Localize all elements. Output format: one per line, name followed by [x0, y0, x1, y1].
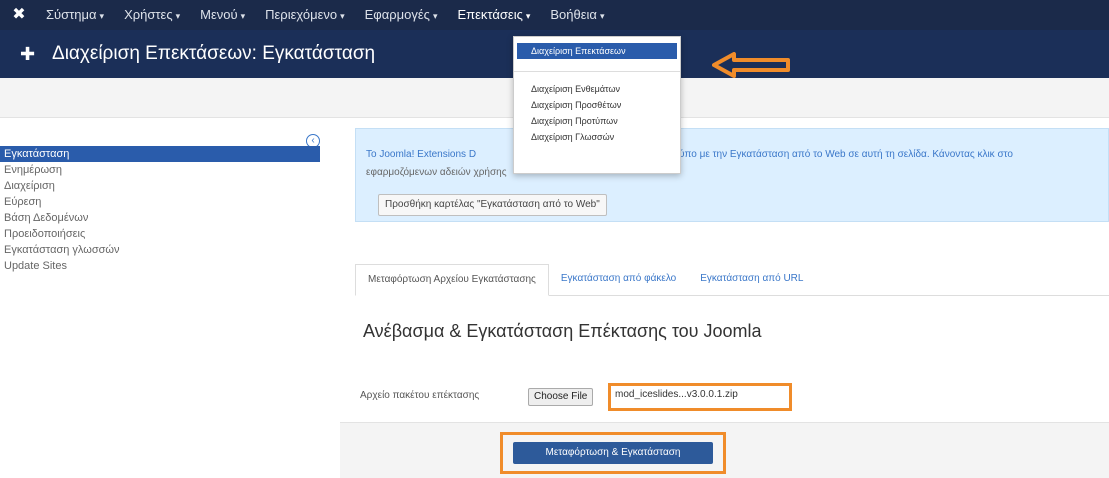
menu-menus[interactable]: Μενού ▾ [190, 0, 255, 30]
sidebar-item-warnings[interactable]: Προειδοποιήσεις [0, 226, 320, 242]
tab-install-from-url[interactable]: Εγκατάσταση από URL [688, 264, 815, 295]
menu-label: Επεκτάσεις [457, 7, 523, 22]
sidebar-list: Εγκατάσταση Ενημέρωση Διαχείριση Εύρεση … [0, 146, 320, 274]
sidebar-item-update-sites[interactable]: Update Sites [0, 258, 320, 274]
puzzle-icon: ✚ [20, 44, 36, 64]
dropdown-item-manage-plugins[interactable]: Διαχείριση Προσθέτων [514, 97, 680, 113]
menu-label: Μενού [200, 7, 238, 22]
sidebar-item-manage[interactable]: Διαχείριση [0, 178, 320, 194]
sidebar-item-install[interactable]: Εγκατάσταση [0, 146, 320, 162]
add-web-install-tab-button[interactable]: Προσθήκη καρτέλας "Εγκατάσταση από το We… [378, 194, 607, 216]
joomla-logo-icon[interactable]: ✖ [8, 4, 30, 26]
info-text-start: Το Joomla! Extensions D [366, 149, 477, 160]
main-menu: Σύστημα ▾ Χρήστες ▾ Μενού ▾ Περιεχόμενο ▾ Εφ… [36, 0, 614, 30]
menu-help[interactable]: Βοήθεια ▾ [540, 0, 614, 30]
menu-label: Εφαρμογές [364, 7, 430, 22]
caret-down-icon: ▾ [99, 11, 105, 21]
upload-install-button[interactable]: Μεταφόρτωση & Εγκατάσταση [513, 442, 713, 464]
section-heading: Ανέβασμα & Εγκατάσταση Επέκτασης του Joo… [363, 321, 762, 341]
file-field-label: Αρχείο πακέτου επέκτασης [360, 390, 480, 401]
caret-down-icon: ▾ [175, 11, 181, 21]
menu-extensions[interactable]: Επεκτάσεις ▾ [447, 0, 540, 30]
caret-down-icon: ▾ [240, 11, 246, 21]
sidebar-item-database[interactable]: Βάση Δεδομένων [0, 210, 320, 226]
dropdown-divider [514, 71, 680, 72]
menu-components[interactable]: Εφαρμογές ▾ [355, 0, 448, 30]
dropdown-item-manage-extensions[interactable]: Διαχείριση Επεκτάσεων [517, 43, 677, 59]
sidebar-item-update[interactable]: Ενημέρωση [0, 162, 320, 178]
info-text-line2: εφαρμοζόμενων αδειών χρήσης [366, 167, 507, 178]
main-content: Το Joomla! Extensions D ύπο με την Εγκατ… [340, 118, 1109, 478]
upload-button-highlight: Μεταφόρτωση & Εγκατάσταση [500, 432, 726, 474]
dropdown-item-manage-modules[interactable]: Διαχείριση Ενθεμάτων [514, 81, 680, 97]
sidebar: ‹ Εγκατάσταση Ενημέρωση Διαχείριση Εύρεσ… [0, 118, 320, 478]
extensions-dropdown-menu: Διαχείριση Επεκτάσεων Διαχείριση Ενθεμάτ… [513, 36, 681, 174]
info-text-end: ύπο με την Εγκατάσταση από το Web σε αυτ… [679, 149, 1013, 160]
dropdown-item-manage-languages[interactable]: Διαχείριση Γλωσσών [514, 129, 680, 145]
tab-install-from-folder[interactable]: Εγκατάσταση από φάκελο [549, 264, 688, 295]
dropdown-item-manage-templates[interactable]: Διαχείριση Προτύπων [514, 113, 680, 129]
page-title: Διαχείριση Επεκτάσεων: Εγκατάσταση [52, 43, 376, 64]
menu-label: Βοήθεια [550, 7, 597, 22]
caret-down-icon: ▾ [599, 11, 605, 21]
menu-label: Σύστημα [46, 7, 97, 22]
caret-down-icon: ▾ [432, 11, 438, 21]
menu-content[interactable]: Περιεχόμενο ▾ [255, 0, 355, 30]
menu-system[interactable]: Σύστημα ▾ [36, 0, 114, 30]
menu-label: Περιεχόμενο [265, 7, 338, 22]
info-message: Το Joomla! Extensions D ύπο με την Εγκατ… [355, 128, 1109, 222]
tab-upload-package[interactable]: Μεταφόρτωση Αρχείου Εγκατάστασης [355, 264, 549, 296]
install-tabs: Μεταφόρτωση Αρχείου Εγκατάστασης Εγκατάσ… [355, 264, 1109, 296]
sidebar-item-discover[interactable]: Εύρεση [0, 194, 320, 210]
arrow-left-icon [712, 52, 790, 78]
choose-file-button[interactable]: Choose File [528, 388, 594, 406]
menu-users[interactable]: Χρήστες ▾ [114, 0, 190, 30]
sidebar-item-install-languages[interactable]: Εγκατάσταση γλωσσών [0, 242, 320, 258]
caret-down-icon: ▾ [340, 11, 345, 21]
selected-file-name: mod_iceslides...v3.0.0.1.zip [608, 383, 792, 411]
caret-down-icon: ▾ [525, 11, 531, 21]
top-navigation-bar: ✖ Σύστημα ▾ Χρήστες ▾ Μενού ▾ Περιεχόμενο ▾ … [0, 0, 1109, 30]
menu-label: Χρήστες [124, 7, 173, 22]
